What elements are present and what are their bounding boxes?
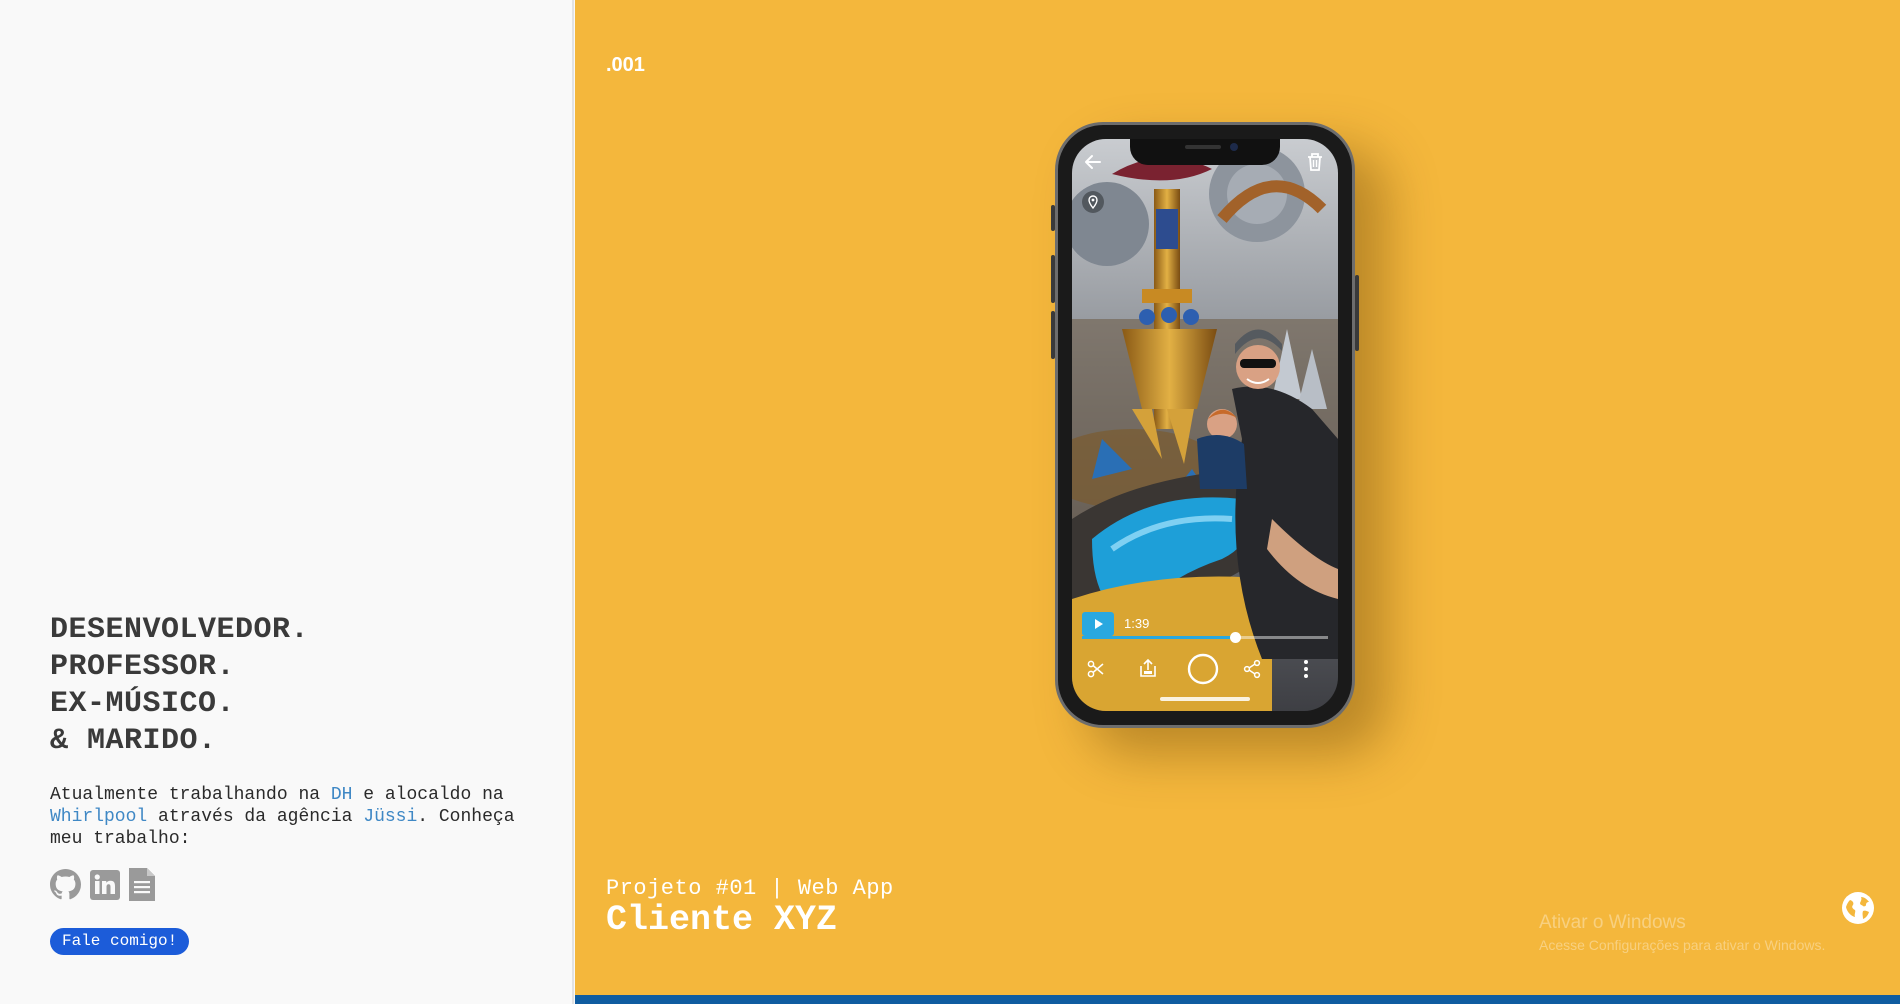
profile-panel: DESENVOLVEDOR. PROFESSOR. EX-MÚSICO. & M…: [0, 0, 574, 1004]
home-indicator: [1160, 697, 1250, 701]
headline-line: EX-MÚSICO.: [50, 687, 236, 721]
back-arrow-icon[interactable]: [1082, 151, 1104, 178]
trash-icon[interactable]: [1306, 152, 1324, 177]
project-subtitle: Projeto #01 | Web App: [606, 876, 894, 901]
contact-button[interactable]: Fale comigo!: [50, 928, 190, 955]
video-progress-knob[interactable]: [1229, 632, 1241, 643]
github-icon[interactable]: [50, 869, 81, 905]
play-icon: [1095, 619, 1103, 629]
export-icon[interactable]: [1138, 658, 1158, 683]
phone-mockup: 1:39: [1051, 122, 1359, 728]
bottom-bar: [575, 995, 1900, 1004]
video-progress-fill: [1082, 636, 1235, 639]
scissors-icon[interactable]: [1086, 659, 1106, 684]
headline-line: PROFESSOR.: [50, 650, 236, 684]
jussi-link[interactable]: Jüssi: [363, 807, 417, 827]
headline-line: & MARIDO.: [50, 724, 217, 758]
video-time: 1:39: [1124, 616, 1150, 631]
dh-link[interactable]: DH: [331, 785, 353, 805]
record-circle-icon[interactable]: [1187, 653, 1219, 690]
headline-line: DESENVOLVEDOR.: [50, 613, 310, 647]
intro-text-part: através da agência: [147, 807, 364, 827]
linkedin-icon[interactable]: [90, 869, 120, 905]
client-name: Cliente XYZ: [606, 900, 838, 940]
windows-activation-title: Ativar o Windows: [1539, 912, 1686, 933]
project-panel: .001 1:39 Projeto #01 | Web App Cliente …: [575, 0, 1900, 1004]
phone-notch: [1130, 139, 1280, 165]
video-progress-bar[interactable]: [1082, 632, 1328, 643]
play-button[interactable]: [1082, 612, 1114, 636]
app-screen: 1:39: [1072, 139, 1338, 711]
intro-text-part: e alocaldo na: [352, 785, 504, 805]
share-icon[interactable]: [1242, 659, 1262, 684]
globe-icon[interactable]: [1841, 891, 1875, 930]
whirlpool-link[interactable]: Whirlpool: [50, 807, 147, 827]
social-links: [50, 868, 155, 906]
windows-activation-subtitle: Acesse Configurações para ativar o Windo…: [1539, 937, 1826, 953]
more-vertical-icon[interactable]: [1302, 658, 1310, 685]
intro-text-part: Atualmente trabalhando na: [50, 785, 331, 805]
resume-document-icon[interactable]: [129, 868, 155, 906]
intro-text: Atualmente trabalhando na DH e alocaldo …: [50, 784, 520, 850]
location-pin-icon[interactable]: [1082, 191, 1104, 218]
headline: DESENVOLVEDOR. PROFESSOR. EX-MÚSICO. & M…: [50, 612, 309, 760]
project-number: .001: [606, 54, 645, 76]
